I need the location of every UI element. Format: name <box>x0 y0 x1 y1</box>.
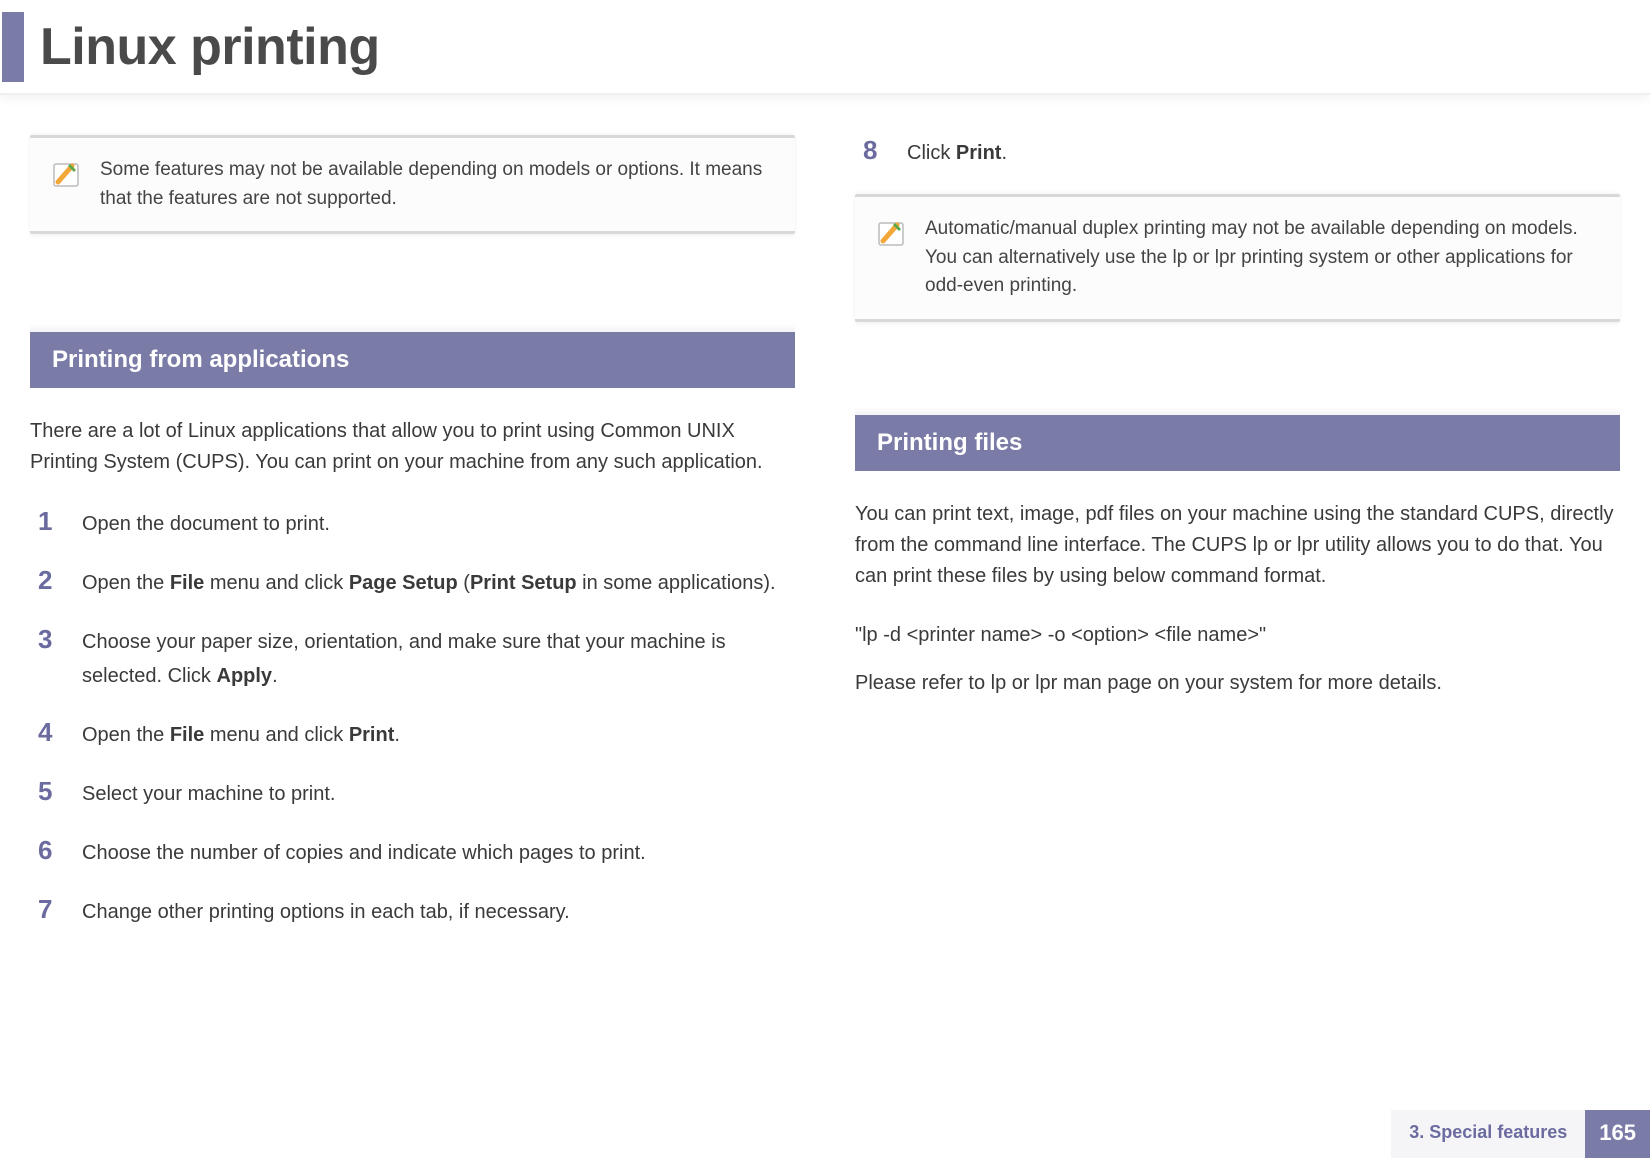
steps-list-continued: 8 Click Print. <box>855 135 1620 170</box>
step-3: 3 Choose your paper size, orientation, a… <box>38 624 795 693</box>
page-title: Linux printing <box>40 17 380 77</box>
note-text: Automatic/manual duplex printing may not… <box>925 215 1600 301</box>
step-text: Change other printing options in each ta… <box>82 895 570 929</box>
section-heading-printing-from-apps: Printing from applications <box>30 332 795 388</box>
step-4: 4 Open the File menu and click Print. <box>38 717 795 752</box>
step-number: 2 <box>38 565 60 596</box>
step-7: 7 Change other printing options in each … <box>38 894 795 929</box>
section-heading-printing-files: Printing files <box>855 415 1620 471</box>
note-box: Automatic/manual duplex printing may not… <box>855 194 1620 322</box>
step-text: Open the File menu and click Print. <box>82 718 400 752</box>
printing-files-paragraph-2: Please refer to lp or lpr man page on yo… <box>855 668 1620 699</box>
right-column: 8 Click Print. Automatic/manual duplex p… <box>855 135 1620 953</box>
step-text: Select your machine to print. <box>82 777 335 811</box>
step-text: Choose the number of copies and indicate… <box>82 836 646 870</box>
step-text: Open the File menu and click Page Setup … <box>82 566 776 600</box>
step-number: 3 <box>38 624 60 655</box>
chapter-label: 3. Special features <box>1391 1110 1585 1158</box>
step-text: Click Print. <box>907 136 1007 170</box>
step-number: 1 <box>38 506 60 537</box>
step-6: 6 Choose the number of copies and indica… <box>38 835 795 870</box>
content-area: Some features may not be available depen… <box>0 95 1650 953</box>
note-text: Some features may not be available depen… <box>100 156 775 213</box>
note-box: Some features may not be available depen… <box>30 135 795 234</box>
steps-list: 1 Open the document to print. 2 Open the… <box>30 506 795 929</box>
printing-files-paragraph: You can print text, image, pdf files on … <box>855 499 1620 592</box>
step-number: 8 <box>863 135 885 166</box>
page-number: 165 <box>1585 1110 1650 1158</box>
left-column: Some features may not be available depen… <box>30 135 795 953</box>
step-number: 6 <box>38 835 60 866</box>
command-format: "lp -d <printer name> -o <option> <file … <box>855 620 1620 650</box>
note-icon <box>48 156 84 192</box>
page-footer: 3. Special features 165 <box>1391 1110 1650 1158</box>
step-2: 2 Open the File menu and click Page Setu… <box>38 565 795 600</box>
section-intro-text: There are a lot of Linux applications th… <box>30 416 795 478</box>
step-5: 5 Select your machine to print. <box>38 776 795 811</box>
step-text: Choose your paper size, orientation, and… <box>82 625 795 693</box>
step-1: 1 Open the document to print. <box>38 506 795 541</box>
step-8: 8 Click Print. <box>863 135 1620 170</box>
step-number: 5 <box>38 776 60 807</box>
header-accent-tab <box>2 12 24 82</box>
step-number: 7 <box>38 894 60 925</box>
step-number: 4 <box>38 717 60 748</box>
step-text: Open the document to print. <box>82 507 330 541</box>
page-header: Linux printing <box>0 0 1650 95</box>
note-icon <box>873 215 909 251</box>
